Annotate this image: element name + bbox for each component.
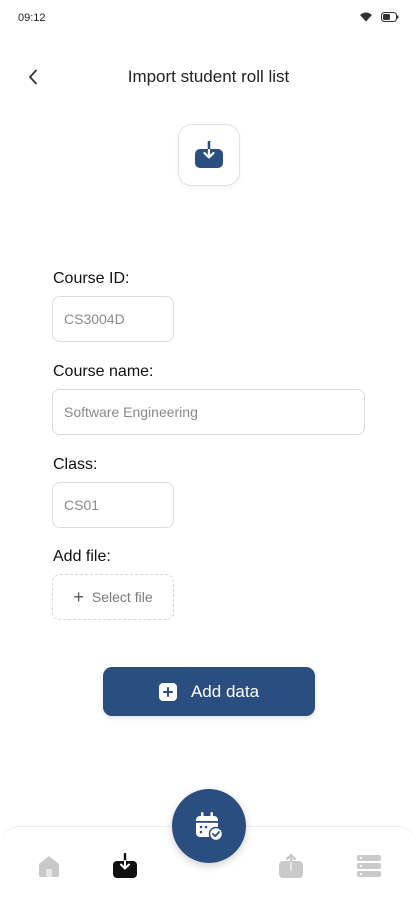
- fab-attendance-button[interactable]: [172, 789, 246, 863]
- download-icon: [113, 853, 137, 878]
- select-file-button[interactable]: + Select file: [52, 574, 174, 620]
- nav-export[interactable]: [276, 851, 306, 881]
- plus-icon: +: [73, 587, 84, 607]
- nav-data[interactable]: [354, 851, 384, 881]
- header: Import student roll list: [0, 56, 417, 98]
- status-time: 09:12: [18, 12, 46, 24]
- home-icon: [39, 856, 59, 877]
- course-name-field[interactable]: [52, 389, 365, 435]
- class-field[interactable]: [52, 482, 174, 528]
- course-name-label: Course name:: [53, 363, 154, 380]
- course-id-label: Course ID:: [53, 270, 130, 287]
- import-hero-icon: [178, 124, 240, 186]
- add-data-button[interactable]: Add data: [103, 667, 315, 716]
- add-data-label: Add data: [190, 681, 260, 701]
- status-icons: [359, 11, 399, 22]
- download-tray-icon: [195, 141, 223, 168]
- battery-icon: [381, 11, 399, 22]
- page-title: Import student roll list: [127, 67, 290, 86]
- nav-home[interactable]: [34, 851, 64, 881]
- add-file-label: Add file:: [53, 548, 111, 565]
- server-icon: [357, 855, 381, 877]
- calendar-check-icon: [196, 812, 224, 842]
- class-label: Class:: [53, 456, 98, 473]
- status-bar: 09:12: [0, 0, 417, 36]
- course-id-field[interactable]: [52, 296, 174, 342]
- plus-square-icon: [158, 682, 177, 701]
- upload-icon: [279, 853, 303, 878]
- select-file-label: Select file: [91, 589, 153, 605]
- nav-import[interactable]: [110, 851, 140, 881]
- wifi-icon: [360, 12, 372, 22]
